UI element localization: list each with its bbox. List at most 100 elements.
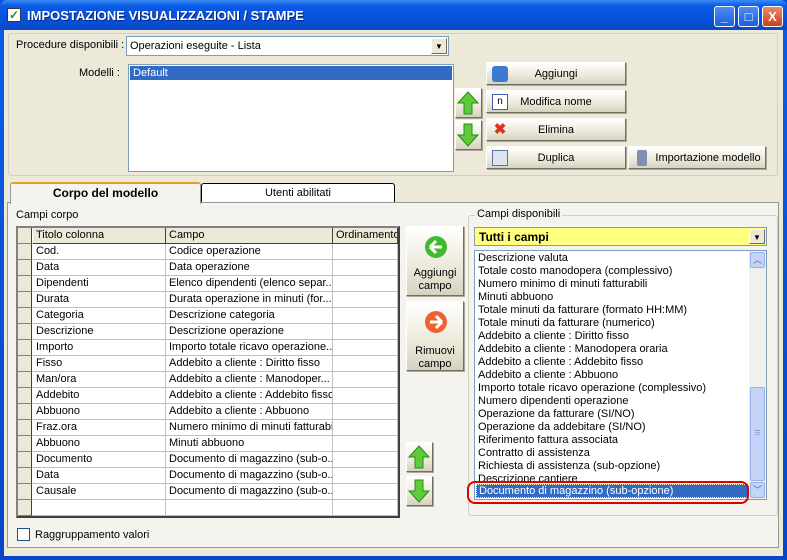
column-header[interactable]: Titolo colonna xyxy=(33,228,166,244)
grid-cell[interactable]: Documento di magazzino (sub-o... xyxy=(166,468,333,484)
table-row[interactable]: Descrizione Descrizione operazione xyxy=(18,324,398,340)
grid-cell[interactable]: Elenco dipendenti (elenco separ... xyxy=(166,276,333,292)
table-row[interactable]: Documento Documento di magazzino (sub-o..… xyxy=(18,452,398,468)
grid-cell[interactable]: Durata operazione in minuti (for... xyxy=(166,292,333,308)
grid-cell[interactable]: Dipendenti xyxy=(33,276,166,292)
grid-cell[interactable] xyxy=(333,452,398,468)
grid-cell[interactable] xyxy=(333,404,398,420)
grid-cell[interactable] xyxy=(333,500,398,516)
grid-cell[interactable] xyxy=(333,244,398,260)
column-header[interactable]: Ordinamento xyxy=(333,228,398,244)
grid-cell[interactable]: Data xyxy=(33,468,166,484)
available-field-item[interactable]: Addebito a cliente : Addebito fisso xyxy=(478,356,643,369)
row-indicator[interactable] xyxy=(18,228,32,244)
row-indicator[interactable] xyxy=(18,292,32,308)
row-indicator[interactable] xyxy=(18,308,32,324)
available-field-item[interactable]: Totale minuti da fatturare (formato HH:M… xyxy=(478,304,687,317)
model-move-down-button[interactable] xyxy=(455,120,482,150)
grid-cell[interactable]: Cod. xyxy=(33,244,166,260)
row-indicator[interactable] xyxy=(18,324,32,340)
grid-cell[interactable]: Data xyxy=(33,260,166,276)
campi-disponibili-list[interactable]: ︿ ≡ ﹀ Descrizione valuta Totale costo man… xyxy=(474,250,767,500)
grid-cell[interactable]: Descrizione xyxy=(33,324,166,340)
row-indicator[interactable] xyxy=(18,404,32,420)
grid-cell[interactable] xyxy=(333,484,398,500)
table-row[interactable]: Dipendenti Elenco dipendenti (elenco sepa… xyxy=(18,276,398,292)
row-indicator[interactable] xyxy=(18,276,32,292)
available-field-item[interactable]: Addebito a cliente : Manodopera oraria xyxy=(478,343,668,356)
chevron-down-icon[interactable]: ▼ xyxy=(431,38,447,54)
modifica-nome-button[interactable]: n Modifica nome xyxy=(486,90,626,113)
scroll-down-button[interactable]: ﹀ xyxy=(750,482,765,498)
grid-cell[interactable]: Importo totale ricavo operazione... xyxy=(166,340,333,356)
grid-cell[interactable]: Importo xyxy=(33,340,166,356)
grid-cell[interactable] xyxy=(333,468,398,484)
available-field-item[interactable]: Addebito a cliente : Diritto fisso xyxy=(478,330,629,343)
available-field-item[interactable]: Minuti abbuono xyxy=(478,291,553,304)
table-row[interactable]: Importo Importo totale ricavo operazione.… xyxy=(18,340,398,356)
grid-cell[interactable]: Documento xyxy=(33,452,166,468)
field-move-down-button[interactable] xyxy=(406,476,433,506)
grid-cell[interactable]: Durata xyxy=(33,292,166,308)
row-indicator[interactable] xyxy=(18,356,32,372)
aggiungi-button[interactable]: Aggiungi xyxy=(486,62,626,85)
filter-dropdown[interactable]: Tutti i campi ▼ xyxy=(474,227,767,246)
table-row[interactable]: Durata Durata operazione in minuti (for..… xyxy=(18,292,398,308)
grid-cell[interactable]: Documento di magazzino (sub-o... xyxy=(166,452,333,468)
grid-cell[interactable] xyxy=(333,260,398,276)
table-row[interactable]: Categoria Descrizione categoria xyxy=(18,308,398,324)
maximize-button[interactable]: □ xyxy=(738,6,759,27)
row-indicator[interactable] xyxy=(18,468,32,484)
table-row[interactable]: Causale Documento di magazzino (sub-o... xyxy=(18,484,398,500)
table-row[interactable]: Data Documento di magazzino (sub-o... xyxy=(18,468,398,484)
grid-cell[interactable]: Man/ora xyxy=(33,372,166,388)
column-header[interactable]: Campo xyxy=(166,228,333,244)
campi-corpo-grid[interactable]: Titolo colonna Campo Ordinamento Cod. Codice… xyxy=(16,226,400,518)
model-move-up-button[interactable] xyxy=(455,88,482,118)
grid-cell[interactable]: Categoria xyxy=(33,308,166,324)
row-indicator[interactable] xyxy=(18,436,32,452)
tab-utenti-abilitati[interactable]: Utenti abilitati xyxy=(201,183,395,202)
raggruppamento-checkbox[interactable] xyxy=(17,528,30,541)
grid-cell[interactable]: Abbuono xyxy=(33,436,166,452)
grid-cell[interactable]: Addebito a cliente : Manodoper... xyxy=(166,372,333,388)
grid-cell[interactable]: Addebito xyxy=(33,388,166,404)
grid-cell[interactable]: Descrizione categoria xyxy=(166,308,333,324)
rimuovi-campo-button[interactable]: Rimuovi campo xyxy=(406,301,464,371)
grid-cell[interactable] xyxy=(333,292,398,308)
row-indicator[interactable] xyxy=(18,420,32,436)
grid-cell[interactable]: Fraz.ora xyxy=(33,420,166,436)
minimize-button[interactable]: _ xyxy=(714,6,735,27)
grid-cell[interactable]: Codice operazione xyxy=(166,244,333,260)
grid-cell[interactable]: Causale xyxy=(33,484,166,500)
grid-cell[interactable] xyxy=(333,276,398,292)
field-move-up-button[interactable] xyxy=(406,442,433,472)
grid-cell[interactable]: Data operazione xyxy=(166,260,333,276)
scroll-thumb[interactable]: ≡ xyxy=(750,387,765,481)
available-field-item[interactable]: Richiesta di assistenza (sub-opzione) xyxy=(478,460,660,473)
duplica-button[interactable]: Duplica xyxy=(486,146,626,169)
tab-corpo-del-modello[interactable]: Corpo del modello xyxy=(10,182,201,204)
available-field-item[interactable]: Addebito a cliente : Abbuono xyxy=(478,369,618,382)
available-field-item[interactable]: Riferimento fattura associata xyxy=(478,434,618,447)
procedure-dropdown[interactable]: Operazioni eseguite - Lista ▼ xyxy=(126,36,449,56)
grid-cell[interactable] xyxy=(333,420,398,436)
modelli-list[interactable]: Default xyxy=(128,64,454,172)
grid-cell[interactable]: Addebito a cliente : Diritto fisso xyxy=(166,356,333,372)
table-row[interactable]: Cod. Codice operazione xyxy=(18,244,398,260)
row-indicator[interactable] xyxy=(18,388,32,404)
table-row[interactable]: Data Data operazione xyxy=(18,260,398,276)
available-field-item[interactable]: Operazione da fatturare (SI/NO) xyxy=(478,408,635,421)
available-field-item[interactable]: Totale costo manodopera (complessivo) xyxy=(478,265,672,278)
row-indicator[interactable] xyxy=(18,484,32,500)
row-indicator[interactable] xyxy=(18,244,32,260)
modelli-item[interactable]: Default xyxy=(130,66,452,80)
row-indicator[interactable] xyxy=(18,500,32,516)
grid-cell[interactable]: Addebito a cliente : Abbuono xyxy=(166,404,333,420)
title-bar[interactable]: ✓ IMPOSTAZIONE VISUALIZZAZIONI / STAMPE … xyxy=(0,0,787,30)
row-indicator[interactable] xyxy=(18,372,32,388)
row-indicator[interactable] xyxy=(18,260,32,276)
grid-cell[interactable]: Documento di magazzino (sub-o... xyxy=(166,484,333,500)
scroll-up-button[interactable]: ︿ xyxy=(750,252,765,268)
grid-cell[interactable] xyxy=(33,500,166,516)
